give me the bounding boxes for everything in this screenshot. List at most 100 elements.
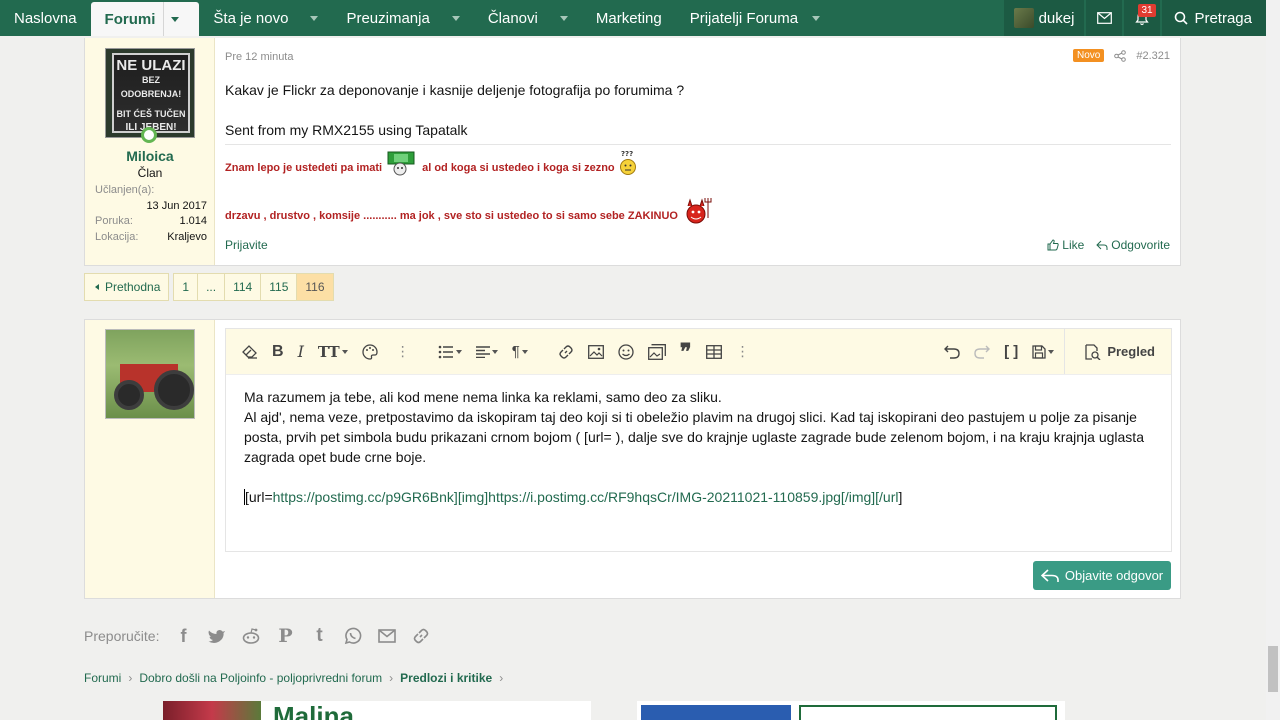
breadcrumb-item[interactable]: Forumi — [84, 671, 121, 685]
pinterest-icon[interactable]: P — [275, 625, 295, 647]
ad-banner-right[interactable] — [637, 701, 1065, 720]
twitter-icon[interactable] — [207, 626, 227, 646]
email-icon[interactable] — [377, 626, 397, 646]
pagination-page[interactable]: 1 — [173, 273, 199, 301]
chevron-down-icon[interactable] — [559, 15, 568, 21]
nav-sta-je-novo[interactable]: Šta je novo — [199, 0, 332, 36]
forum-post: NE ULAZI BEZ ODOBRENJA! BIT ĆEŠ TUČEN IL… — [84, 38, 1181, 266]
nav-label: Naslovna — [14, 9, 77, 27]
chevron-down-icon[interactable] — [812, 15, 821, 21]
link-icon[interactable] — [411, 626, 431, 646]
joined-value-row: 13 Jun 2017 — [95, 200, 207, 212]
pagination-prev-label: Prethodna — [105, 280, 161, 294]
location-label: Lokacija: — [95, 231, 139, 243]
nav-clanovi[interactable]: Članovi — [474, 0, 582, 36]
media-icon[interactable] — [647, 343, 666, 360]
nav-prijatelji-foruma[interactable]: Prijatelji Foruma — [676, 0, 834, 36]
inbox-button[interactable] — [1086, 0, 1123, 36]
reply-icon — [1040, 568, 1059, 582]
clear-format-icon[interactable] — [242, 344, 258, 359]
nav-marketing[interactable]: Marketing — [582, 0, 676, 36]
editor-blank-line — [244, 467, 1154, 487]
quick-reply: B I TT ⋮ ¶ ❞ ⋮ [] Pregled Ma razumem ja… — [84, 319, 1181, 599]
reply-button[interactable]: Odgovorite — [1096, 238, 1170, 252]
user-menu[interactable]: dukej — [1003, 0, 1085, 36]
search-icon — [1175, 11, 1189, 25]
editor-code-line: [url=https://postimg.cc/p9GR6Bnk][img]ht… — [244, 487, 1154, 507]
author-name[interactable]: Miloica — [85, 148, 215, 164]
quote-icon[interactable]: ❞ — [680, 341, 692, 363]
more-vertical-icon[interactable]: ⋮ — [396, 343, 410, 360]
ad-banner-left[interactable]: Malina — [163, 701, 591, 720]
posts-label: Poruka: — [95, 215, 133, 227]
location-row: Lokacija: Kraljevo — [95, 231, 207, 243]
breadcrumb-item[interactable]: Predlozi i kritike — [400, 671, 492, 685]
pagination-page-current[interactable]: 116 — [296, 273, 334, 301]
chevron-right-icon: › — [128, 671, 133, 685]
avatar — [1013, 8, 1034, 28]
bbcode-toggle-icon[interactable]: [ ] — [1004, 343, 1018, 360]
joined-value: 13 Jun 2017 — [146, 200, 207, 212]
joined-label: Učlanjen(a): — [95, 184, 155, 196]
pagination-prev-button[interactable]: Prethodna — [84, 273, 170, 301]
submit-reply-button[interactable]: Objavite odgovor — [1033, 561, 1171, 590]
chevron-down-icon[interactable] — [163, 2, 185, 36]
nav-label: Prijatelji Foruma — [689, 9, 799, 27]
reply-icon — [1096, 240, 1108, 250]
scrollbar-thumb[interactable] — [1268, 646, 1278, 692]
tumblr-icon[interactable]: t — [309, 625, 329, 646]
undo-icon[interactable] — [944, 345, 960, 359]
facebook-icon[interactable]: f — [173, 626, 193, 646]
breadcrumb-item[interactable]: Dobro došli na Poljoinfo - poljoprivredn… — [139, 671, 382, 685]
redo-icon[interactable] — [974, 345, 991, 359]
alerts-button[interactable]: 31 — [1124, 0, 1161, 36]
chevron-down-icon[interactable] — [310, 15, 319, 21]
rich-text-editor: B I TT ⋮ ¶ ❞ ⋮ [] Pregled Ma razumem ja… — [225, 328, 1172, 552]
drafts-icon[interactable] — [1032, 344, 1055, 359]
signature-text: Znam lepo je ustedeti pa imati — [225, 162, 383, 174]
more-vertical-icon[interactable]: ⋮ — [736, 343, 750, 360]
table-icon[interactable] — [705, 344, 722, 359]
nav-naslovna[interactable]: Naslovna — [0, 0, 91, 36]
posts-value: 1.014 — [179, 215, 207, 227]
like-button[interactable]: Like — [1047, 238, 1084, 252]
code-link: https://postimg.cc/p9GR6Bnk][img]https:/… — [272, 489, 899, 505]
signature-text: al od koga si ustedeo i koga si zezno — [422, 162, 615, 174]
share-label: Preporučite: — [84, 628, 160, 644]
pagination-ellipsis[interactable]: ... — [197, 273, 226, 301]
paragraph-icon[interactable]: ¶ — [512, 343, 528, 360]
list-icon[interactable] — [438, 345, 462, 359]
author-avatar[interactable]: NE ULAZI BEZ ODOBRENJA! BIT ĆEŠ TUČEN IL… — [105, 48, 195, 138]
image-icon[interactable] — [587, 344, 604, 359]
editor-content[interactable]: Ma razumem ja tebe, ali kod mene nema li… — [244, 387, 1154, 507]
preview-button[interactable]: Pregled — [1064, 329, 1171, 374]
post-actions: Like Odgovorite — [1047, 238, 1170, 252]
italic-icon[interactable]: I — [298, 342, 304, 361]
reply-label: Odgovorite — [1111, 238, 1170, 252]
tractor-wheel — [154, 370, 194, 410]
top-navigation: Naslovna Forumi Šta je novo Preuzimanja … — [0, 0, 1266, 36]
link-icon[interactable] — [558, 344, 574, 360]
nav-label: Preuzimanja — [346, 9, 430, 27]
pagination-page[interactable]: 115 — [260, 273, 298, 301]
nav-preuzimanja[interactable]: Preuzimanja — [332, 0, 473, 36]
emoji-icon[interactable] — [618, 343, 634, 360]
current-user-avatar[interactable] — [105, 329, 195, 419]
align-icon[interactable] — [475, 345, 498, 358]
search-button[interactable]: Pretraga — [1162, 0, 1266, 36]
pagination-page[interactable]: 114 — [224, 273, 262, 301]
whatsapp-icon[interactable] — [343, 626, 363, 646]
tractor-wheel — [114, 380, 144, 410]
post-meta-right: Novo #2.321 — [1072, 49, 1170, 62]
nav-forumi[interactable]: Forumi — [90, 2, 200, 36]
post-time[interactable]: Pre 12 minuta — [225, 51, 293, 63]
color-palette-icon[interactable] — [362, 343, 378, 360]
chevron-down-icon[interactable] — [451, 15, 460, 21]
page-scrollbar[interactable] — [1266, 0, 1280, 720]
reddit-icon[interactable] — [241, 626, 261, 646]
report-link[interactable]: Prijavite — [225, 238, 268, 252]
font-size-icon[interactable]: TT — [318, 343, 348, 361]
bold-icon[interactable]: B — [272, 343, 284, 361]
share-icon[interactable] — [1114, 49, 1127, 62]
post-number[interactable]: #2.321 — [1136, 50, 1170, 62]
